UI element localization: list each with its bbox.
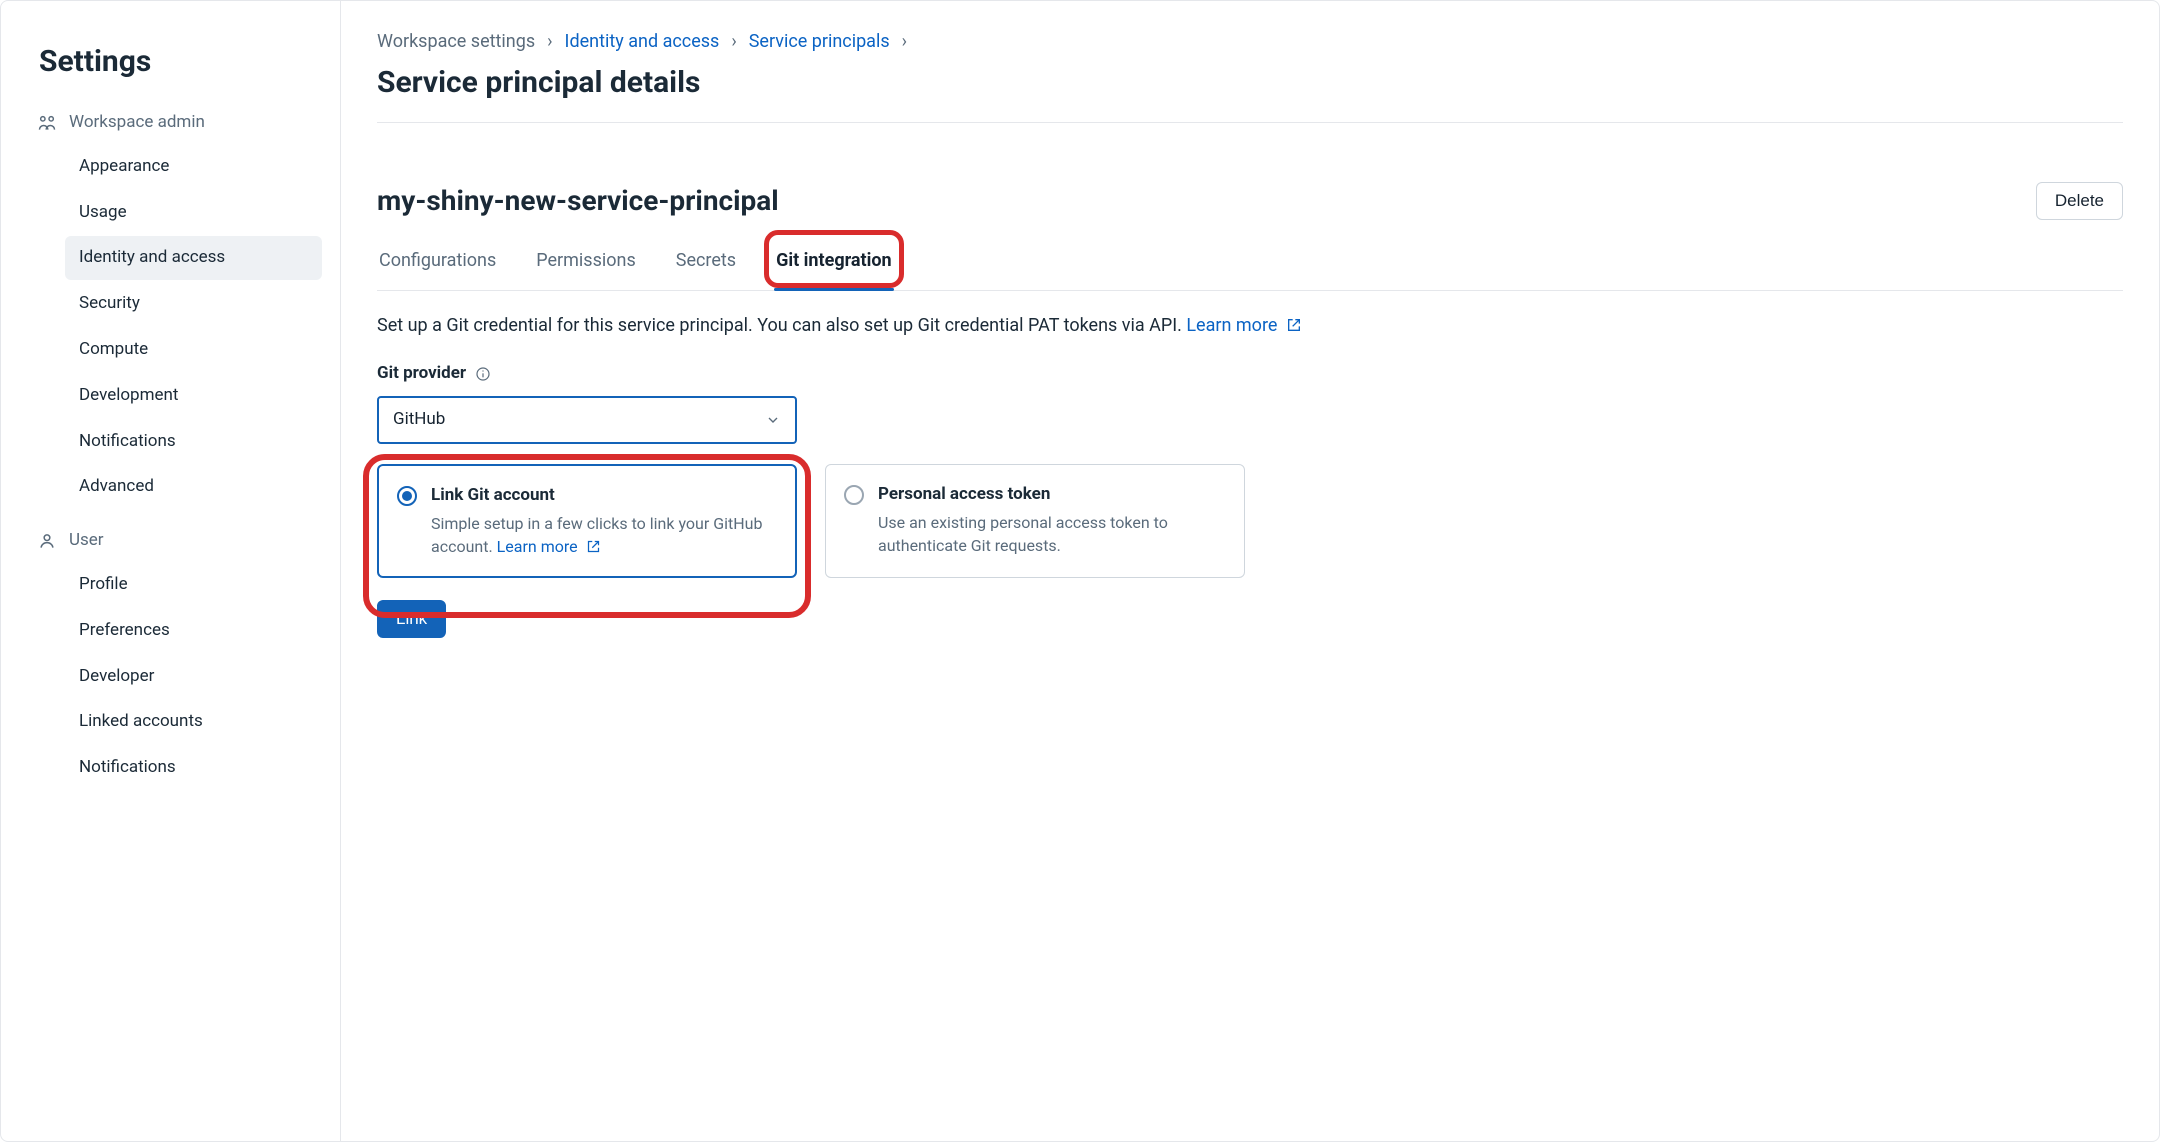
- crumb-identity-and-access[interactable]: Identity and access: [565, 29, 720, 54]
- git-description: Set up a Git credential for this service…: [377, 313, 2123, 338]
- actions: Link: [377, 600, 2123, 638]
- option-body: Personal access token Use an existing pe…: [878, 483, 1224, 560]
- option-desc: Use an existing personal access token to…: [878, 512, 1224, 557]
- page-title: Service principal details: [377, 62, 2123, 104]
- option-link-git-account[interactable]: Link Git account Simple setup in a few c…: [377, 464, 797, 579]
- settings-title: Settings: [39, 41, 314, 83]
- nav-item-usage[interactable]: Usage: [65, 191, 322, 235]
- breadcrumb: Workspace settings › Identity and access…: [377, 29, 2123, 54]
- nav-item-profile[interactable]: Profile: [65, 563, 322, 607]
- nav-item-security[interactable]: Security: [65, 282, 322, 326]
- option-title: Personal access token: [878, 483, 1224, 507]
- learn-more-text: Learn more: [1186, 315, 1277, 336]
- chevron-right-icon: ›: [731, 29, 736, 54]
- git-provider-value: GitHub: [393, 408, 445, 432]
- nav-section-label: User: [69, 529, 104, 553]
- tab-secrets[interactable]: Secrets: [674, 238, 738, 289]
- nav-item-appearance[interactable]: Appearance: [65, 145, 322, 189]
- chevron-right-icon: ›: [547, 29, 552, 54]
- nav-section-user: User: [37, 529, 316, 553]
- option-learn-more-text: Learn more: [497, 537, 578, 556]
- radio-selected-icon: [397, 486, 417, 506]
- option-title: Link Git account: [431, 484, 775, 508]
- option-learn-more-link[interactable]: Learn more: [497, 537, 601, 556]
- radio-unselected-icon: [844, 485, 864, 505]
- option-desc: Simple setup in a few clicks to link you…: [431, 513, 775, 558]
- nav-section-workspace-admin: Workspace admin: [37, 111, 316, 135]
- nav-items-workspace-admin: Appearance Usage Identity and access Sec…: [65, 145, 322, 509]
- nav-item-notifications-user[interactable]: Notifications: [65, 746, 322, 790]
- git-provider-label: Git provider: [377, 362, 2123, 386]
- workspace-admin-icon: [37, 113, 57, 133]
- git-desc-text: Set up a Git credential for this service…: [377, 315, 1186, 336]
- nav-item-advanced[interactable]: Advanced: [65, 465, 322, 509]
- git-provider-label-text: Git provider: [377, 362, 466, 386]
- info-icon: [474, 365, 492, 383]
- nav-item-preferences[interactable]: Preferences: [65, 609, 322, 653]
- nav-section-label: Workspace admin: [69, 111, 205, 135]
- external-link-icon: [1286, 317, 1302, 333]
- nav-item-development[interactable]: Development: [65, 374, 322, 418]
- git-provider-select[interactable]: GitHub: [377, 396, 797, 444]
- main-content: Workspace settings › Identity and access…: [341, 1, 2159, 1141]
- chevron-right-icon: ›: [902, 29, 907, 54]
- delete-button[interactable]: Delete: [2036, 182, 2123, 220]
- nav-item-developer[interactable]: Developer: [65, 655, 322, 699]
- entity-name: my-shiny-new-service-principal: [377, 181, 779, 220]
- divider: [377, 122, 2123, 123]
- nav-item-identity-and-access[interactable]: Identity and access: [65, 236, 322, 280]
- link-button[interactable]: Link: [377, 600, 446, 638]
- learn-more-link[interactable]: Learn more: [1186, 315, 1302, 336]
- option-body: Link Git account Simple setup in a few c…: [431, 484, 775, 559]
- tab-configurations[interactable]: Configurations: [377, 238, 498, 289]
- tab-label: Git integration: [776, 250, 892, 271]
- tabs: Configurations Permissions Secrets Git i…: [377, 238, 2123, 290]
- tab-permissions[interactable]: Permissions: [534, 238, 638, 289]
- option-personal-access-token[interactable]: Personal access token Use an existing pe…: [825, 464, 1245, 579]
- git-credential-options: Link Git account Simple setup in a few c…: [377, 464, 2123, 579]
- nav-item-linked-accounts[interactable]: Linked accounts: [65, 700, 322, 744]
- chevron-down-icon: [765, 412, 781, 428]
- external-link-icon: [586, 539, 601, 554]
- tab-git-integration[interactable]: Git integration: [774, 238, 894, 289]
- sidebar: Settings Workspace admin Appearance Usag…: [1, 1, 341, 1141]
- user-icon: [37, 531, 57, 551]
- nav-item-compute[interactable]: Compute: [65, 328, 322, 372]
- nav-items-user: Profile Preferences Developer Linked acc…: [65, 563, 322, 790]
- crumb-workspace-settings: Workspace settings: [377, 29, 535, 54]
- crumb-service-principals[interactable]: Service principals: [749, 29, 890, 54]
- nav-item-notifications[interactable]: Notifications: [65, 420, 322, 464]
